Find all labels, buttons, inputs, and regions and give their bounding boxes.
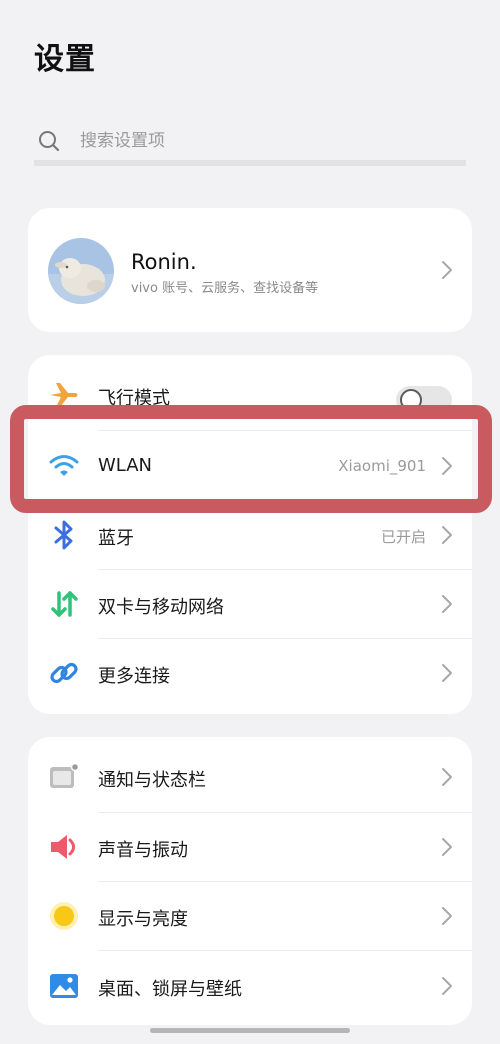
search-input[interactable] xyxy=(80,126,440,156)
settings-item-label: 声音与振动 xyxy=(98,840,188,861)
page-title: 设置 xyxy=(34,42,96,77)
bluetooth-status: 已开启 xyxy=(380,528,426,546)
settings-item-wallpaper[interactable]: 桌面、锁屏与壁纸 xyxy=(28,951,472,1021)
home-indicator[interactable] xyxy=(150,1028,350,1033)
chevron-right-icon xyxy=(440,906,454,926)
bluetooth-icon xyxy=(48,519,80,551)
notification-icon xyxy=(48,761,80,793)
highlight-frame xyxy=(10,405,492,513)
settings-item-more-connections[interactable]: 更多连接 xyxy=(28,638,472,708)
chevron-right-icon xyxy=(440,525,454,545)
chevron-right-icon xyxy=(440,663,454,683)
settings-item-label: 更多连接 xyxy=(98,666,170,687)
account-name: Ronin. xyxy=(131,250,197,274)
settings-item-dual-sim[interactable]: 双卡与移动网络 xyxy=(28,569,472,639)
chevron-right-icon xyxy=(440,260,454,280)
chevron-right-icon xyxy=(440,767,454,787)
settings-item-display[interactable]: 显示与亮度 xyxy=(28,881,472,951)
settings-item-notifications[interactable]: 通知与状态栏 xyxy=(28,742,472,812)
dual-sim-icon xyxy=(48,588,80,620)
settings-item-label: 蓝牙 xyxy=(98,528,134,549)
settings-item-label: 桌面、锁屏与壁纸 xyxy=(98,979,242,1000)
chevron-right-icon xyxy=(440,976,454,996)
general-card: 通知与状态栏 声音与振动 显示与亮度 桌面、锁屏与壁纸 xyxy=(28,737,472,1025)
settings-item-sound[interactable]: 声音与振动 xyxy=(28,812,472,882)
brightness-icon xyxy=(48,900,80,932)
account-subtitle: vivo 账号、云服务、查找设备等 xyxy=(131,281,319,296)
search-bar[interactable] xyxy=(34,122,466,166)
settings-item-label: 显示与亮度 xyxy=(98,909,188,930)
search-icon xyxy=(38,129,62,153)
avatar xyxy=(48,238,114,304)
sound-icon xyxy=(48,831,80,863)
settings-item-label: 通知与状态栏 xyxy=(98,770,206,791)
wallpaper-icon xyxy=(48,970,80,1002)
chevron-right-icon xyxy=(440,594,454,614)
settings-item-label: 双卡与移动网络 xyxy=(98,597,224,618)
account-card[interactable]: Ronin. vivo 账号、云服务、查找设备等 xyxy=(28,208,472,332)
link-icon xyxy=(48,657,80,689)
chevron-right-icon xyxy=(440,837,454,857)
